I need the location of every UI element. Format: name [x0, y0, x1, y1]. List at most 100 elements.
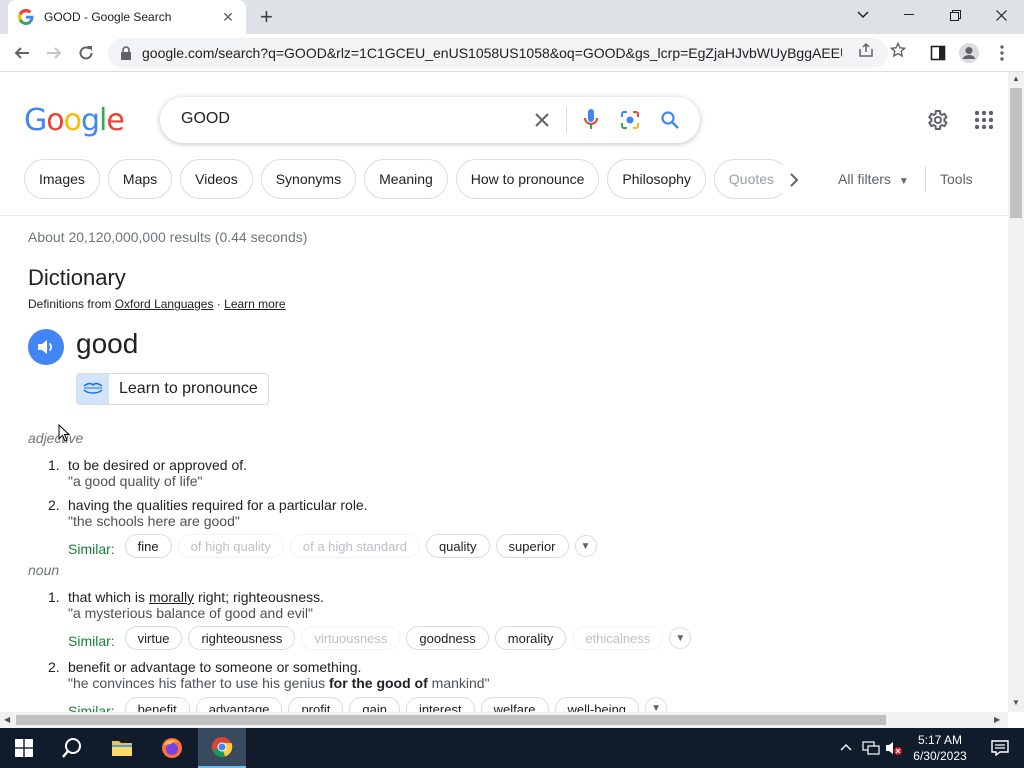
network-icon[interactable] [862, 740, 880, 759]
back-arrow-icon[interactable] [10, 41, 34, 65]
synonym-chip[interactable]: welfare [480, 697, 549, 712]
scroll-left-icon[interactable]: ◀ [4, 715, 10, 724]
synonym-chip[interactable]: quality [425, 534, 490, 558]
synonym-chip[interactable]: advantage [195, 697, 283, 712]
headword: good [76, 328, 139, 359]
settings-gear-icon[interactable] [925, 108, 949, 132]
all-filters-button[interactable]: All filters ▼ [838, 171, 909, 187]
chip-videos[interactable]: Videos [180, 159, 253, 199]
horizontal-scrollbar[interactable]: ◀ ▶ [0, 712, 1008, 728]
definition-item: 2. benefit or advantage to someone or som… [48, 659, 361, 675]
show-hidden-icons-chevron-icon[interactable] [840, 740, 852, 754]
windows-start-icon[interactable] [0, 728, 48, 768]
synonym-chip[interactable]: of high quality [177, 534, 284, 558]
definition-text: benefit or advantage to someone or somet… [68, 659, 362, 675]
tab-strip: GOOD - Google Search ✕ + [0, 0, 1024, 34]
synonym-chip[interactable]: profit [288, 697, 344, 712]
chip-meaning[interactable]: Meaning [364, 159, 448, 199]
example-bold: for the good of [329, 675, 428, 691]
tools-button[interactable]: Tools [940, 171, 973, 187]
chip-maps[interactable]: Maps [107, 159, 173, 199]
synonym-chip[interactable]: righteousness [188, 626, 296, 650]
learn-more-link[interactable]: Learn more [224, 297, 285, 311]
chip-quotes[interactable]: Quotes [713, 159, 790, 199]
chip-philosophy[interactable]: Philosophy [607, 159, 706, 199]
address-bar[interactable]: google.com/search?q=GOOD&rlz=1C1GCEU_enU… [108, 38, 888, 68]
search-box[interactable] [160, 97, 700, 143]
chips-next-chevron-icon[interactable] [782, 168, 806, 192]
side-panel-icon[interactable] [926, 41, 950, 65]
vertical-scrollbar[interactable]: ▲ ▼ [1008, 72, 1024, 712]
google-apps-icon[interactable] [974, 110, 994, 130]
new-tab-button[interactable]: + [260, 6, 273, 28]
synonym-chip[interactable]: superior [495, 534, 569, 558]
taskbar-clock[interactable]: 5:17 AM 6/30/2023 [905, 732, 975, 764]
restore-icon[interactable] [932, 0, 978, 30]
search-input[interactable] [181, 110, 521, 128]
example-pre: "he convinces his father to use his geni… [68, 675, 330, 691]
profile-avatar-icon[interactable] [957, 41, 981, 65]
windows-taskbar: 5:17 AM 6/30/2023 [0, 728, 1024, 768]
mouse-cursor-icon [58, 424, 70, 442]
synonym-chip[interactable]: fine [124, 534, 172, 558]
bookmark-star-icon[interactable] [888, 40, 908, 60]
synonym-chip[interactable]: ethicalness [572, 626, 664, 650]
taskbar-search-icon[interactable] [48, 728, 96, 768]
similar-label: Similar: [68, 703, 115, 712]
google-logo[interactable]: Google [24, 103, 125, 138]
part-of-speech-noun: noun [28, 562, 60, 578]
close-window-icon[interactable] [978, 0, 1024, 30]
tab-close-icon[interactable]: ✕ [220, 9, 236, 26]
menu-dots-icon[interactable] [990, 41, 1014, 65]
lens-search-icon[interactable] [618, 108, 642, 132]
similar-words-row: Similar: virtue righteousness virtuousne… [68, 626, 692, 650]
browser-tab[interactable]: GOOD - Google Search ✕ [8, 0, 246, 34]
reload-icon[interactable] [74, 41, 98, 65]
chip-how-to-pronounce[interactable]: How to pronounce [455, 159, 600, 199]
synonym-chip[interactable]: well-being [554, 697, 640, 712]
synonym-chip[interactable]: virtuousness [301, 626, 401, 650]
voice-search-icon[interactable] [579, 108, 603, 132]
google-logo-letter: o [46, 103, 64, 138]
scroll-down-icon[interactable]: ▼ [1012, 698, 1020, 707]
synonym-chip[interactable]: of a high standard [289, 534, 420, 558]
volume-muted-icon[interactable] [885, 740, 903, 759]
synonym-chip[interactable]: morality [494, 626, 567, 650]
definition-number: 2. [48, 659, 60, 675]
chip-synonyms[interactable]: Synonyms [260, 159, 357, 199]
chip-images[interactable]: Images [24, 159, 100, 199]
synonym-chip[interactable]: benefit [124, 697, 190, 712]
synonym-chip[interactable]: interest [405, 697, 475, 712]
definition-number: 1. [48, 457, 60, 473]
expand-chevron-icon[interactable]: ▼ [574, 535, 597, 557]
speaker-play-button[interactable] [28, 329, 64, 365]
clear-search-icon[interactable] [530, 108, 554, 132]
learn-to-pronounce-label: Learn to pronounce [119, 380, 258, 397]
share-icon[interactable] [856, 40, 876, 60]
forward-arrow-icon[interactable] [42, 41, 66, 65]
synonym-chip[interactable]: gain [349, 697, 400, 712]
definition-link-morally[interactable]: morally [149, 589, 194, 605]
chrome-taskbar-icon[interactable] [198, 728, 246, 768]
part-of-speech-adjective: adjective [28, 430, 84, 446]
definition-example: "a good quality of life" [68, 473, 203, 489]
scroll-up-icon[interactable]: ▲ [1012, 74, 1020, 83]
synonym-chip[interactable]: virtue [124, 626, 183, 650]
file-explorer-icon[interactable] [98, 728, 146, 768]
scroll-right-icon[interactable]: ▶ [994, 715, 1000, 724]
caret-down-icon: ▼ [898, 176, 909, 187]
oxford-languages-link[interactable]: Oxford Languages [115, 297, 214, 311]
all-filters-label: All filters [838, 171, 891, 187]
lips-icon [77, 374, 109, 404]
action-center-icon[interactable] [976, 728, 1024, 768]
firefox-icon[interactable] [148, 728, 196, 768]
minimize-icon[interactable] [886, 0, 932, 30]
tab-search-icon[interactable] [840, 0, 886, 30]
expand-chevron-icon[interactable]: ▼ [645, 697, 668, 712]
search-icon[interactable] [658, 108, 682, 132]
horizontal-scroll-thumb[interactable] [16, 715, 886, 725]
vertical-scroll-thumb[interactable] [1010, 88, 1022, 218]
expand-chevron-icon[interactable]: ▼ [669, 627, 692, 649]
learn-to-pronounce-button[interactable]: Learn to pronounce [76, 373, 269, 405]
synonym-chip[interactable]: goodness [406, 626, 489, 650]
